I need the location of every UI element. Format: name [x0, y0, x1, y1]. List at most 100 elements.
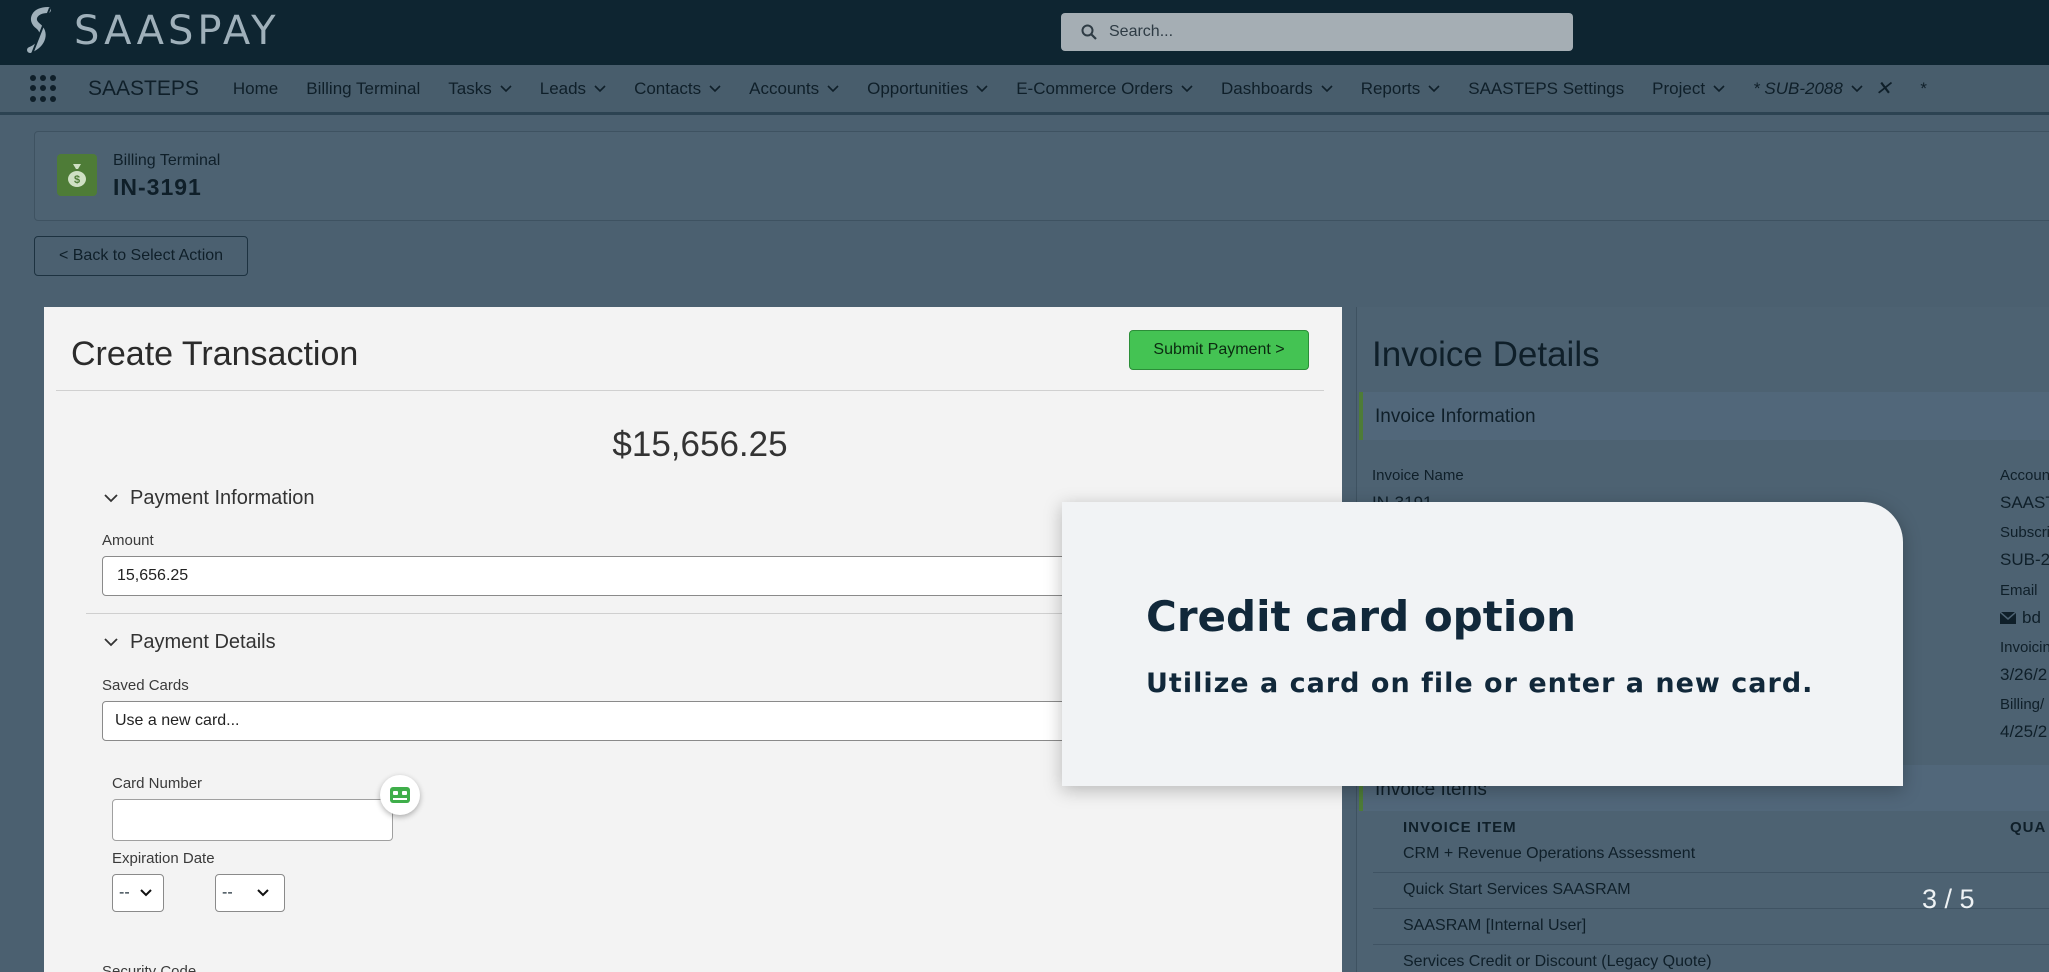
global-search[interactable] — [1061, 13, 1573, 51]
submit-payment-button[interactable]: Submit Payment > — [1129, 330, 1309, 370]
nav-item-label: Dashboards — [1221, 78, 1313, 98]
card-number-label: Card Number — [112, 775, 203, 792]
panel-title: Invoice Details — [1372, 335, 1600, 374]
divider — [56, 390, 1324, 391]
column-header-quantity[interactable]: QUA — [2010, 819, 2046, 836]
chevron-down-icon[interactable] — [500, 84, 512, 93]
payment-information-section-toggle[interactable]: Payment Information — [104, 487, 315, 510]
nav-item-label: Tasks — [448, 78, 492, 98]
nav-item-opportunities[interactable]: Opportunities — [853, 79, 1002, 99]
panel-title: Create Transaction — [71, 335, 359, 373]
email-icon — [2000, 612, 2016, 624]
nav-item-dashboards[interactable]: Dashboards — [1207, 79, 1347, 99]
nav-item-label: Billing Terminal — [306, 78, 421, 98]
nav-item-accounts[interactable]: Accounts — [735, 79, 853, 99]
billing-label: Billing/ — [2000, 696, 2045, 713]
subscription-label: Subscri — [2000, 524, 2049, 541]
row-item: Services Credit or Discount (Legacy Quot… — [1403, 953, 1712, 970]
tour-step-counter: 3 / 5 — [1922, 884, 1975, 914]
total-amount: $15,656.25 — [612, 425, 788, 464]
expiration-month-select[interactable]: -- — [112, 874, 164, 912]
account-label: Accoun — [2000, 467, 2049, 484]
select-value: -- — [119, 884, 130, 901]
select-value: -- — [222, 884, 233, 901]
tour-callout: Credit card option Utilize a card on fil… — [1062, 502, 1903, 786]
nav-item-saasteps-settings[interactable]: SAASTEPS Settings — [1454, 79, 1638, 99]
chevron-down-icon — [256, 889, 269, 897]
nav-item-label: Accounts — [749, 78, 820, 98]
section-heading: Payment Information — [130, 487, 315, 509]
money-bag-icon: $ — [57, 154, 97, 196]
chevron-down-icon[interactable] — [1713, 84, 1725, 93]
email-text: bd — [2022, 608, 2041, 627]
saved-cards-label: Saved Cards — [102, 677, 189, 694]
invoice-date-label: Invoicin — [2000, 639, 2049, 656]
row-item: CRM + Revenue Operations Assessment — [1403, 845, 1696, 862]
brand[interactable]: SAASPAY — [20, 6, 280, 56]
table-row: Services Credit or Discount (Legacy Quot… — [1373, 945, 2049, 972]
table-row: CRM + Revenue Operations Assessment — [1373, 837, 2049, 873]
nav-item-label: Contacts — [634, 78, 702, 98]
chevron-down-icon[interactable] — [1321, 84, 1333, 93]
section-heading: Invoice Information — [1375, 406, 1536, 427]
brand-name: SAASPAY — [74, 8, 280, 54]
amount-label: Amount — [102, 532, 154, 549]
record-title: IN-3191 — [113, 174, 202, 200]
tab-sub-2088[interactable]: * SUB-2088 ✕ — [1739, 76, 1906, 101]
nav-item-project[interactable]: Project — [1638, 79, 1739, 99]
chevron-down-icon[interactable] — [1428, 84, 1440, 93]
invoice-information-section[interactable]: Invoice Information — [1359, 392, 2049, 440]
close-icon[interactable]: ✕ — [1875, 76, 1892, 101]
app-launcher-icon[interactable] — [30, 74, 58, 103]
chevron-down-icon[interactable] — [827, 84, 839, 93]
payment-details-section-toggle[interactable]: Payment Details — [104, 631, 276, 654]
nav-item-tasks[interactable]: Tasks — [434, 79, 525, 99]
app-name: SAASTEPS — [88, 76, 199, 100]
nav-item-label: SAASTEPS Settings — [1468, 78, 1625, 98]
tab-label: * SUB-2088 — [1753, 78, 1843, 98]
record-type: Billing Terminal — [113, 152, 221, 169]
subscription-value[interactable]: SUB-20 — [2000, 550, 2049, 570]
card-autofill-icon[interactable] — [380, 775, 420, 815]
chevron-down-icon — [139, 889, 152, 897]
row-item: Quick Start Services SAASRAM — [1403, 881, 1631, 898]
nav-item-label: Opportunities — [867, 78, 969, 98]
nav-item-label: Home — [232, 78, 279, 98]
chevron-down-icon[interactable] — [1181, 84, 1193, 93]
tab-next[interactable]: * — [1906, 79, 1941, 99]
chevron-down-icon[interactable] — [1851, 84, 1863, 93]
nav-item-e-commerce-orders[interactable]: E-Commerce Orders — [1002, 79, 1207, 99]
search-input[interactable] — [1109, 23, 1549, 41]
record-header: $ Billing Terminal IN-3191 — [34, 131, 2049, 221]
app-nav-bar: SAASTEPS Home Billing Terminal Tasks Leads C… — [0, 65, 2049, 115]
invoice-date-value: 3/26/2 — [2000, 665, 2048, 684]
invoice-name-label: Invoice Name — [1372, 467, 1464, 484]
chevron-down-icon[interactable] — [709, 84, 721, 93]
security-code-label: Security Code — [102, 963, 197, 972]
nav-item-home[interactable]: Home — [219, 79, 292, 99]
email-label: Email — [2000, 582, 2038, 599]
nav-item-label: Reports — [1360, 78, 1421, 98]
section-heading: Payment Details — [130, 631, 276, 653]
billing-value: 4/25/2 — [2000, 722, 2048, 741]
account-value[interactable]: SAAST — [2000, 493, 2049, 513]
top-header: SAASPAY — [0, 0, 2049, 65]
nav-item-label: Leads — [539, 78, 587, 98]
expiration-year-select[interactable]: -- — [215, 874, 285, 912]
tab-label: * — [1919, 78, 1927, 98]
expiration-date-label: Expiration Date — [112, 850, 215, 867]
nav-item-billing-terminal[interactable]: Billing Terminal — [292, 79, 434, 99]
nav-item-contacts[interactable]: Contacts — [620, 79, 735, 99]
chevron-down-icon[interactable] — [594, 84, 606, 93]
card-number-input[interactable] — [112, 799, 393, 841]
nav-item-leads[interactable]: Leads — [526, 79, 620, 99]
nav-item-reports[interactable]: Reports — [1347, 79, 1455, 99]
saaspay-logo-icon — [27, 7, 51, 55]
chevron-down-icon — [104, 638, 118, 647]
svg-text:$: $ — [74, 174, 80, 186]
search-icon — [1081, 24, 1097, 40]
column-header-invoice-item[interactable]: INVOICE ITEM — [1403, 819, 1517, 836]
back-to-select-action-button[interactable]: < Back to Select Action — [34, 236, 248, 276]
email-value[interactable]: bd — [2000, 608, 2041, 628]
chevron-down-icon[interactable] — [976, 84, 988, 93]
